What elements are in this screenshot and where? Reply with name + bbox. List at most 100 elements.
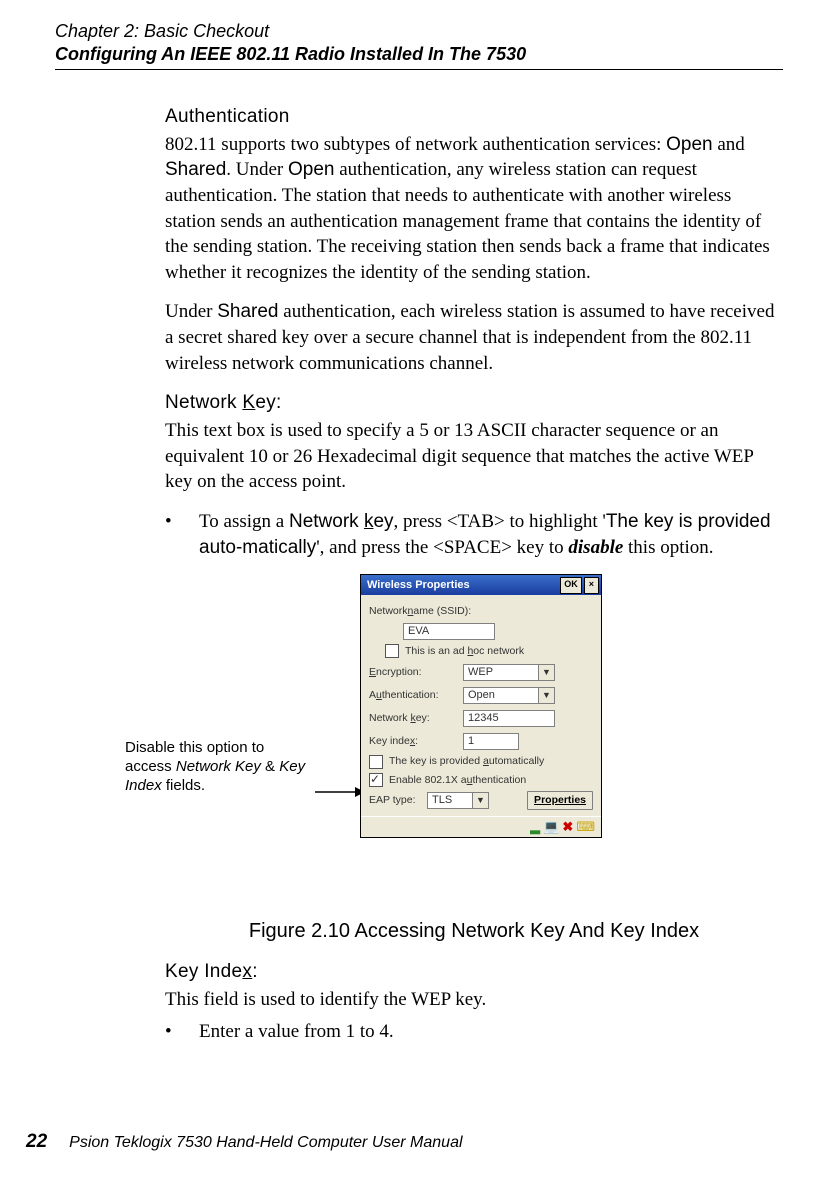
- chevron-down-icon: ▼: [538, 688, 554, 703]
- text: :: [252, 961, 258, 982]
- key-index-label: Key index:: [369, 734, 463, 748]
- para-auth-1: 802.11 supports two subtypes of network …: [165, 132, 783, 286]
- term-shared: Shared: [217, 301, 278, 322]
- term-shared: Shared: [165, 159, 226, 180]
- tray-signal-icon: ▂: [530, 818, 540, 836]
- dot1x-checkbox[interactable]: Enable 802.1X authentication: [369, 773, 593, 787]
- text: thentication:: [382, 689, 439, 701]
- text: :: [415, 735, 418, 747]
- text: K: [242, 392, 255, 413]
- tray-keyboard-icon: ⌨: [576, 818, 595, 836]
- para-auth-2: Under Shared authentication, each wirele…: [165, 299, 783, 376]
- page-header: Chapter 2: Basic Checkout Configuring An…: [55, 20, 783, 65]
- term-network-key: Network key: [289, 511, 394, 532]
- text: thentication: [473, 774, 527, 786]
- checkbox-icon: [385, 644, 399, 658]
- para-network-key: This text box is used to specify a 5 or …: [165, 418, 783, 495]
- section-title: Configuring An IEEE 802.11 Radio Install…: [55, 43, 783, 66]
- eap-type-select[interactable]: TLS▼: [427, 792, 489, 809]
- arrow-icon: [315, 785, 365, 799]
- text: ncryption:: [376, 666, 422, 678]
- dialog-titlebar[interactable]: Wireless Properties OK ×: [361, 575, 601, 595]
- text: Under: [165, 301, 217, 322]
- text: To assign a: [199, 511, 289, 532]
- ssid-label: Network name (SSID):: [369, 604, 593, 618]
- emph-disable: disable: [568, 537, 623, 558]
- tray-close-icon: ✖: [562, 818, 573, 836]
- text: oc network: [473, 645, 524, 657]
- term-open: Open: [666, 134, 712, 155]
- select-value: WEP: [464, 665, 538, 680]
- text: ame (SSID):: [413, 604, 471, 618]
- para-key-index: This field is used to identify the WEP k…: [165, 987, 783, 1013]
- text: A: [369, 689, 376, 701]
- text: Network Key: [176, 758, 261, 775]
- auto-key-checkbox[interactable]: The key is provided automatically: [369, 754, 593, 768]
- footer-text: Psion Teklogix 7530 Hand-Held Computer U…: [69, 1134, 462, 1151]
- text: this option.: [623, 537, 713, 558]
- eap-type-label: EAP type:: [369, 793, 427, 807]
- adhoc-checkbox[interactable]: This is an ad hoc network: [385, 644, 593, 658]
- text: 802.11 supports two subtypes of network …: [165, 134, 666, 155]
- header-rule: [55, 69, 783, 70]
- page-number: 22: [26, 1131, 47, 1152]
- heading-network-key: Network Key:: [165, 390, 783, 416]
- checkbox-icon: [369, 773, 383, 787]
- text: , press <TAB> to highlight: [394, 511, 603, 532]
- taskbar: ▂ 💻 ✖ ⌨: [361, 816, 601, 837]
- text: ey:: [416, 712, 430, 724]
- heading-key-index: Key Index:: [165, 959, 783, 985]
- text: and: [713, 134, 745, 155]
- chevron-down-icon: ▼: [472, 793, 488, 808]
- text: . Under: [226, 159, 288, 180]
- bullet-marker: •: [165, 509, 199, 560]
- chevron-down-icon: ▼: [538, 665, 554, 680]
- ok-button[interactable]: OK: [560, 577, 582, 594]
- bullet-text: Enter a value from 1 to 4.: [199, 1019, 394, 1045]
- text: Network: [289, 511, 364, 532]
- network-key-label: Network key:: [369, 711, 463, 725]
- text: The key is provided: [389, 755, 483, 767]
- key-index-input[interactable]: 1: [463, 733, 519, 750]
- text: Network: [369, 604, 408, 618]
- encryption-select[interactable]: WEP▼: [463, 664, 555, 681]
- network-key-input[interactable]: 12345: [463, 710, 555, 727]
- bullet-network-key: • To assign a Network key, press <TAB> t…: [165, 509, 783, 560]
- dialog-body: Network name (SSID): EVA This is an ad h…: [361, 595, 601, 816]
- select-value: TLS: [428, 793, 472, 808]
- body-column: Authentication 802.11 supports two subty…: [165, 104, 783, 1044]
- page-footer: 22 Psion Teklogix 7530 Hand-Held Computer…: [26, 1129, 463, 1155]
- ssid-input[interactable]: EVA: [403, 623, 495, 640]
- close-button[interactable]: ×: [584, 577, 599, 594]
- tray-network-icon: 💻: [543, 818, 559, 836]
- text: Key Inde: [165, 961, 242, 982]
- text: P: [534, 794, 541, 806]
- authentication-select[interactable]: Open▼: [463, 687, 555, 704]
- chapter-title: Chapter 2: Basic Checkout: [55, 20, 783, 43]
- text: roperties: [541, 794, 586, 806]
- properties-button[interactable]: Properties: [527, 791, 593, 810]
- text: Enable 802.1X a: [389, 774, 467, 786]
- figure-wrapper: Disable this option to access Network Ke…: [165, 574, 783, 912]
- text: , and press the <SPACE> key to: [320, 537, 569, 558]
- text: Network: [165, 392, 242, 413]
- text: &: [261, 758, 279, 775]
- checkbox-icon: [369, 755, 383, 769]
- text: utomatically: [489, 755, 544, 767]
- dialog-title: Wireless Properties: [367, 578, 470, 593]
- text: x: [242, 961, 252, 982]
- authentication-label: Authentication:: [369, 688, 463, 702]
- figure-caption: Figure 2.10 Accessing Network Key And Ke…: [165, 918, 783, 945]
- text: k: [364, 511, 374, 532]
- wireless-properties-dialog: Wireless Properties OK × Network name (S…: [360, 574, 602, 838]
- encryption-label: Encryption:: [369, 665, 463, 679]
- text: ey: [373, 511, 393, 532]
- select-value: Open: [464, 688, 538, 703]
- text: Network: [369, 712, 410, 724]
- text: fields.: [162, 777, 205, 794]
- text: ey:: [255, 392, 281, 413]
- figure-callout: Disable this option to access Network Ke…: [125, 739, 315, 795]
- text: E: [369, 666, 376, 678]
- heading-authentication: Authentication: [165, 104, 783, 130]
- bullet-marker: •: [165, 1019, 199, 1045]
